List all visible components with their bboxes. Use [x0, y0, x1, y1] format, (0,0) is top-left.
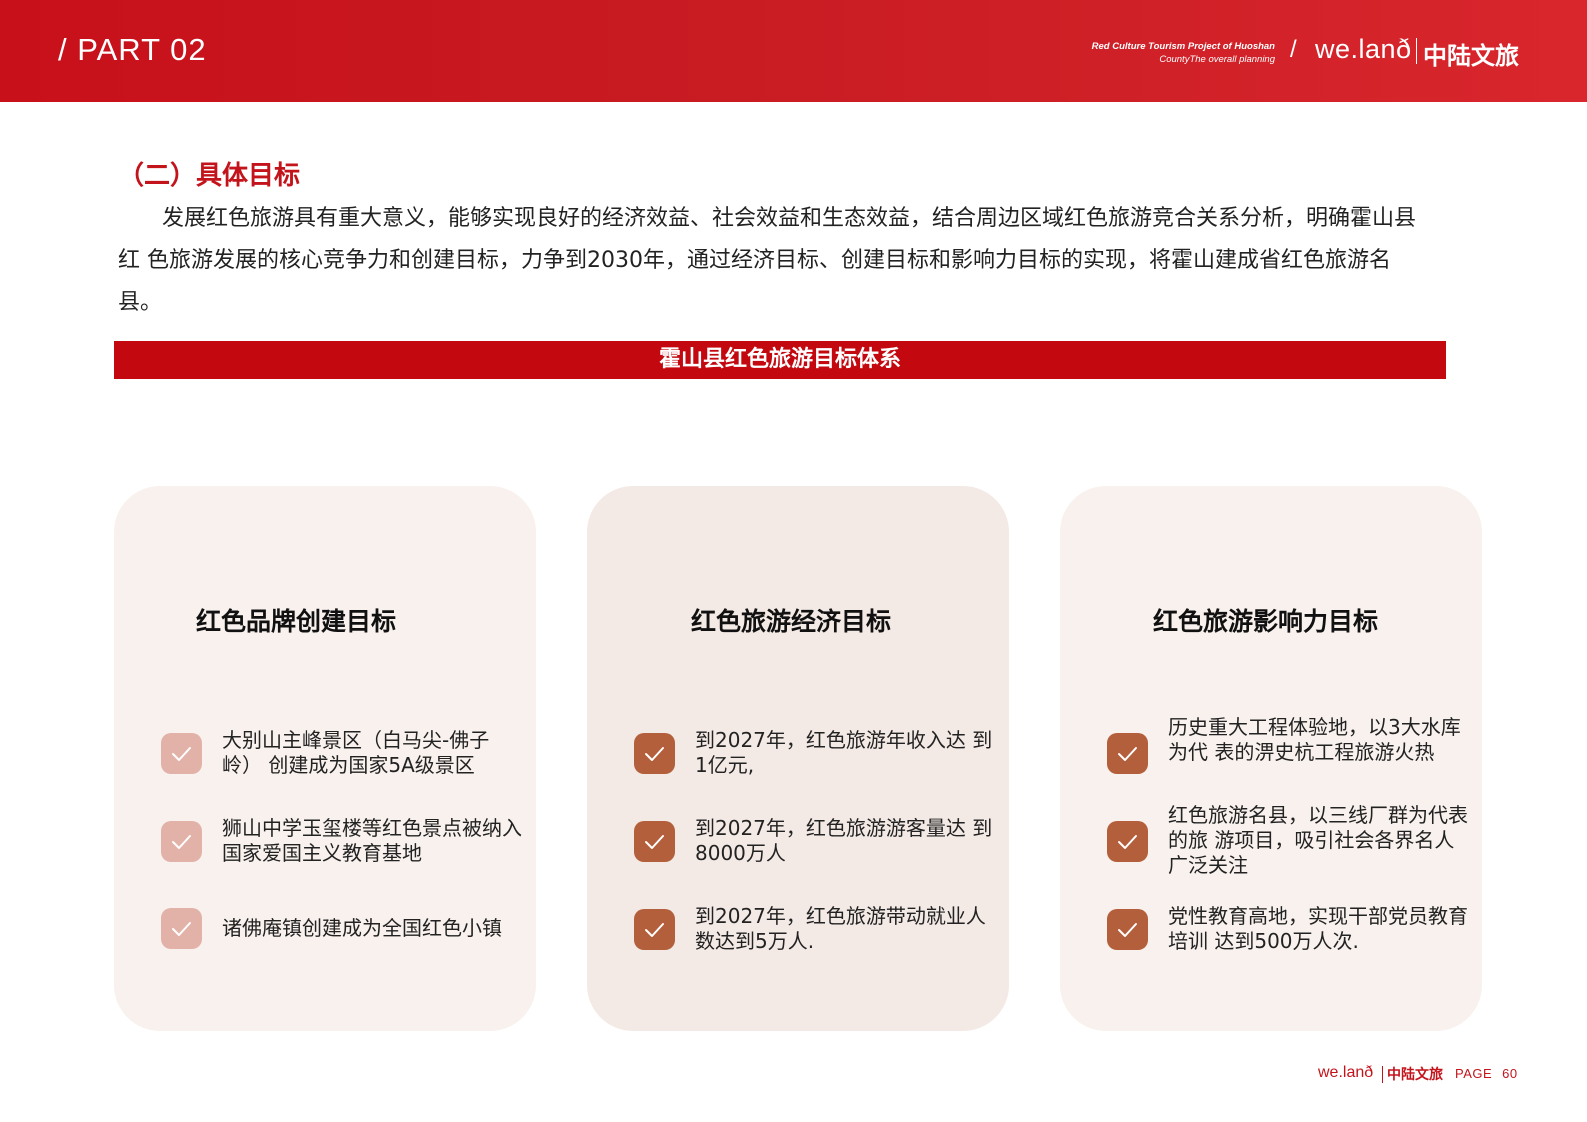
goal-text: 诸佛庵镇创建成为全国红色小镇 — [222, 916, 502, 940]
card-title: 红色旅游影响力目标 — [1153, 607, 1379, 636]
goal-text: 狮山中学玉玺楼等红色景点被纳入国家爱国主义教育基地 — [222, 816, 522, 865]
goal-text: 红色旅游名县，以三线厂群为代表的旅 游项目，吸引社会各界名人广泛关注 — [1168, 803, 1468, 877]
footer-logo-cn: 中陆文旅 — [1387, 1067, 1443, 1083]
card-title: 红色品牌创建目标 — [196, 607, 397, 636]
goal-text: 到2027年，红色旅游年收入达 到1亿元, — [695, 728, 993, 777]
check-icon — [1107, 909, 1148, 950]
check-icon — [161, 908, 202, 949]
section-title: （二）具体目标 — [118, 161, 301, 191]
header-subtitle: Red Culture Tourism Project of Huoshan C… — [1092, 40, 1275, 66]
goal-text: 历史重大工程体验地，以3大水库为代 表的淠史杭工程旅游火热 — [1168, 715, 1461, 764]
header-logo-divider — [1416, 38, 1417, 64]
goal-text: 到2027年，红色旅游带动就业人数达到5万人. — [695, 904, 986, 953]
check-icon — [634, 733, 675, 774]
header-logo-en: we.lanð — [1315, 34, 1412, 64]
header-band: / PART 02 Red Culture Tourism Project of… — [0, 0, 1587, 102]
part-label: / PART 02 — [58, 32, 207, 67]
check-icon — [161, 733, 202, 774]
goal-text: 党性教育高地，实现干部党员教育培训 达到500万人次. — [1168, 904, 1468, 953]
check-icon — [1107, 821, 1148, 862]
page-indicator: PAGE 60 — [1455, 1066, 1518, 1081]
check-icon — [634, 909, 675, 950]
goal-text: 到2027年，红色旅游游客量达 到8000万人 — [695, 816, 993, 865]
footer-logo-en: we.lanð — [1318, 1064, 1374, 1081]
goal-text: 大别山主峰景区（白马尖-佛子岭） 创建成为国家5A级景区 — [222, 728, 490, 777]
card-influence-goals: 红色旅游影响力目标 历史重大工程体验地，以3大水库为代 表的淠史杭工程旅游火热 … — [1060, 486, 1482, 1031]
card-economic-goals: 红色旅游经济目标 到2027年，红色旅游年收入达 到1亿元, 到2027年，红色… — [587, 486, 1009, 1031]
header-subtitle-line2: CountyThe overall planning — [1159, 54, 1275, 65]
header-slash: / — [1290, 36, 1297, 63]
card-title: 红色旅游经济目标 — [691, 607, 892, 636]
page-number: 60 — [1502, 1066, 1518, 1081]
goal-system-banner: 霍山县红色旅游目标体系 — [114, 341, 1446, 379]
header-subtitle-line1: Red Culture Tourism Project of Huoshan — [1091, 41, 1275, 52]
check-icon — [1107, 733, 1148, 774]
card-brand-goals: 红色品牌创建目标 大别山主峰景区（白马尖-佛子岭） 创建成为国家5A级景区 狮山… — [114, 486, 536, 1031]
header-logo-cn: 中陆文旅 — [1423, 42, 1519, 70]
page-label: PAGE — [1455, 1066, 1493, 1081]
check-icon — [634, 821, 675, 862]
intro-paragraph: 发展红色旅游具有重大意义，能够实现良好的经济效益、社会效益和生态效益，结合周边区… — [118, 206, 1417, 315]
check-icon — [161, 821, 202, 862]
footer-logo-divider — [1382, 1066, 1383, 1083]
